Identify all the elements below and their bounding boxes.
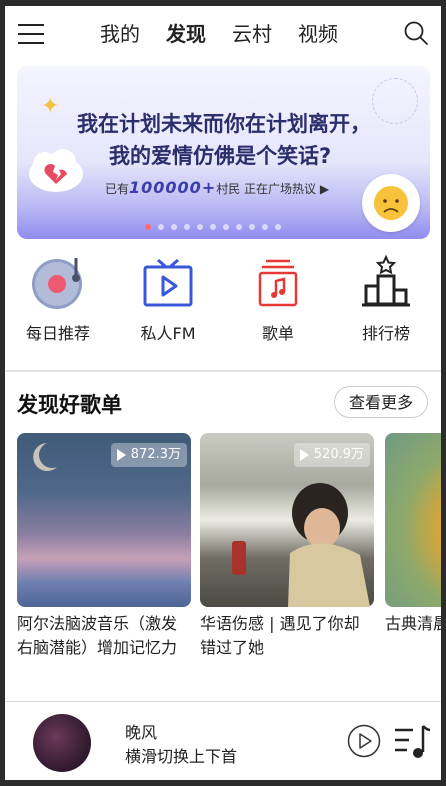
sparkle-icon: ✦ [41, 94, 60, 119]
swipe-hint: 横滑切换上下首 [125, 747, 238, 766]
section-title: 发现好歌单 [17, 393, 122, 417]
album-art[interactable] [33, 714, 91, 772]
app-screen: 我的 发现 云村 视频 ✦ 我在计划未来而你在计划离开， 我的爱情仿佛是个笑话?… [5, 6, 441, 780]
daily-recommend-icon [32, 258, 82, 309]
tab-village[interactable]: 云村 [232, 20, 272, 48]
search-icon[interactable] [403, 20, 429, 46]
playlist-card[interactable]: 520.9万 华语伤感 | 遇见了你却错过了她 [200, 433, 374, 660]
playlist-card[interactable]: 872.3万 阿尔法脑波音乐（激发右脑潜能）增加记忆力 [17, 433, 191, 660]
pagination-dot[interactable] [275, 224, 281, 230]
pagination-dot[interactable] [197, 224, 203, 230]
category-ranking-label: 排行榜 [361, 324, 410, 343]
sad-face-icon [362, 174, 420, 232]
song-title: 晚风 [125, 723, 158, 742]
menu-icon[interactable] [18, 24, 44, 44]
banner-pagination [145, 224, 281, 230]
top-bar: 我的 发现 云村 视频 [5, 6, 441, 60]
category-playlist[interactable]: 歌单 [228, 254, 328, 344]
playlist-cover: 872.3万 [17, 433, 191, 607]
play-icon[interactable] [347, 724, 381, 758]
pagination-dot[interactable] [145, 224, 151, 230]
radio-tv-icon [143, 258, 193, 307]
category-daily[interactable]: 每日推荐 [8, 254, 108, 344]
promo-banner[interactable]: ✦ 我在计划未来而你在计划离开， 我的爱情仿佛是个笑话? 已有100000+村民… [17, 66, 430, 239]
banner-count: 100000+ [129, 178, 217, 197]
banner-headline-2: 我的爱情仿佛是个笑话? [109, 144, 332, 168]
playlist-cover: 520.9万 [200, 433, 374, 607]
pagination-dot[interactable] [184, 224, 190, 230]
tab-discover[interactable]: 发现 [166, 20, 206, 48]
pagination-dot[interactable] [249, 224, 255, 230]
banner-subtext: 已有100000+村民 正在广场热议 ▶ [105, 178, 329, 197]
category-fm-label: 私人FM [140, 324, 196, 343]
top-tabs: 我的 发现 云村 视频 [100, 20, 364, 48]
playlist-icon [258, 259, 298, 307]
playlist-title: 华语伤感 | 遇见了你却错过了她 [200, 614, 360, 657]
ranking-icon [362, 254, 410, 307]
category-nav: 每日推荐 私人FM 歌单 排行榜 [5, 254, 441, 344]
section-divider [5, 370, 441, 372]
broken-heart-cloud-icon [29, 149, 83, 192]
playlist-title: 阿尔法脑波音乐（激发右脑潜能）增加记忆力 [17, 614, 178, 657]
category-fm[interactable]: 私人FM [118, 254, 218, 344]
pagination-dot[interactable] [223, 224, 229, 230]
see-more-button[interactable]: 查看更多 [334, 386, 428, 418]
mini-player[interactable]: 晚风 横滑切换上下首 [5, 702, 441, 780]
playlist-card[interactable]: 古典清晨阳光住着巴 [385, 433, 441, 660]
play-count-badge: 872.3万 [110, 443, 187, 467]
category-ranking[interactable]: 排行榜 [336, 254, 436, 344]
playlist-title: 古典清晨阳光住着巴 [385, 614, 441, 633]
pagination-dot[interactable] [236, 224, 242, 230]
playlist-carousel[interactable]: 872.3万 阿尔法脑波音乐（激发右脑潜能）增加记忆力 520.9万 华语伤感 … [17, 433, 441, 663]
tab-video[interactable]: 视频 [298, 20, 338, 48]
tab-mine[interactable]: 我的 [100, 20, 140, 48]
play-count-badge: 520.9万 [293, 443, 370, 467]
category-playlist-label: 歌单 [261, 324, 294, 343]
pagination-dot[interactable] [171, 224, 177, 230]
playlist-cover [385, 433, 441, 607]
pagination-dot[interactable] [210, 224, 216, 230]
pagination-dot[interactable] [262, 224, 268, 230]
banner-headline: 我在计划未来而你在计划离开， [77, 112, 371, 136]
stamp-icon [372, 78, 418, 124]
banner-sub-suffix: 村民 正在广场热议 ▶ [216, 182, 330, 196]
playlist-queue-icon[interactable] [393, 722, 431, 760]
category-daily-label: 每日推荐 [25, 324, 90, 343]
banner-sub-prefix: 已有 [105, 182, 130, 196]
pagination-dot[interactable] [158, 224, 164, 230]
